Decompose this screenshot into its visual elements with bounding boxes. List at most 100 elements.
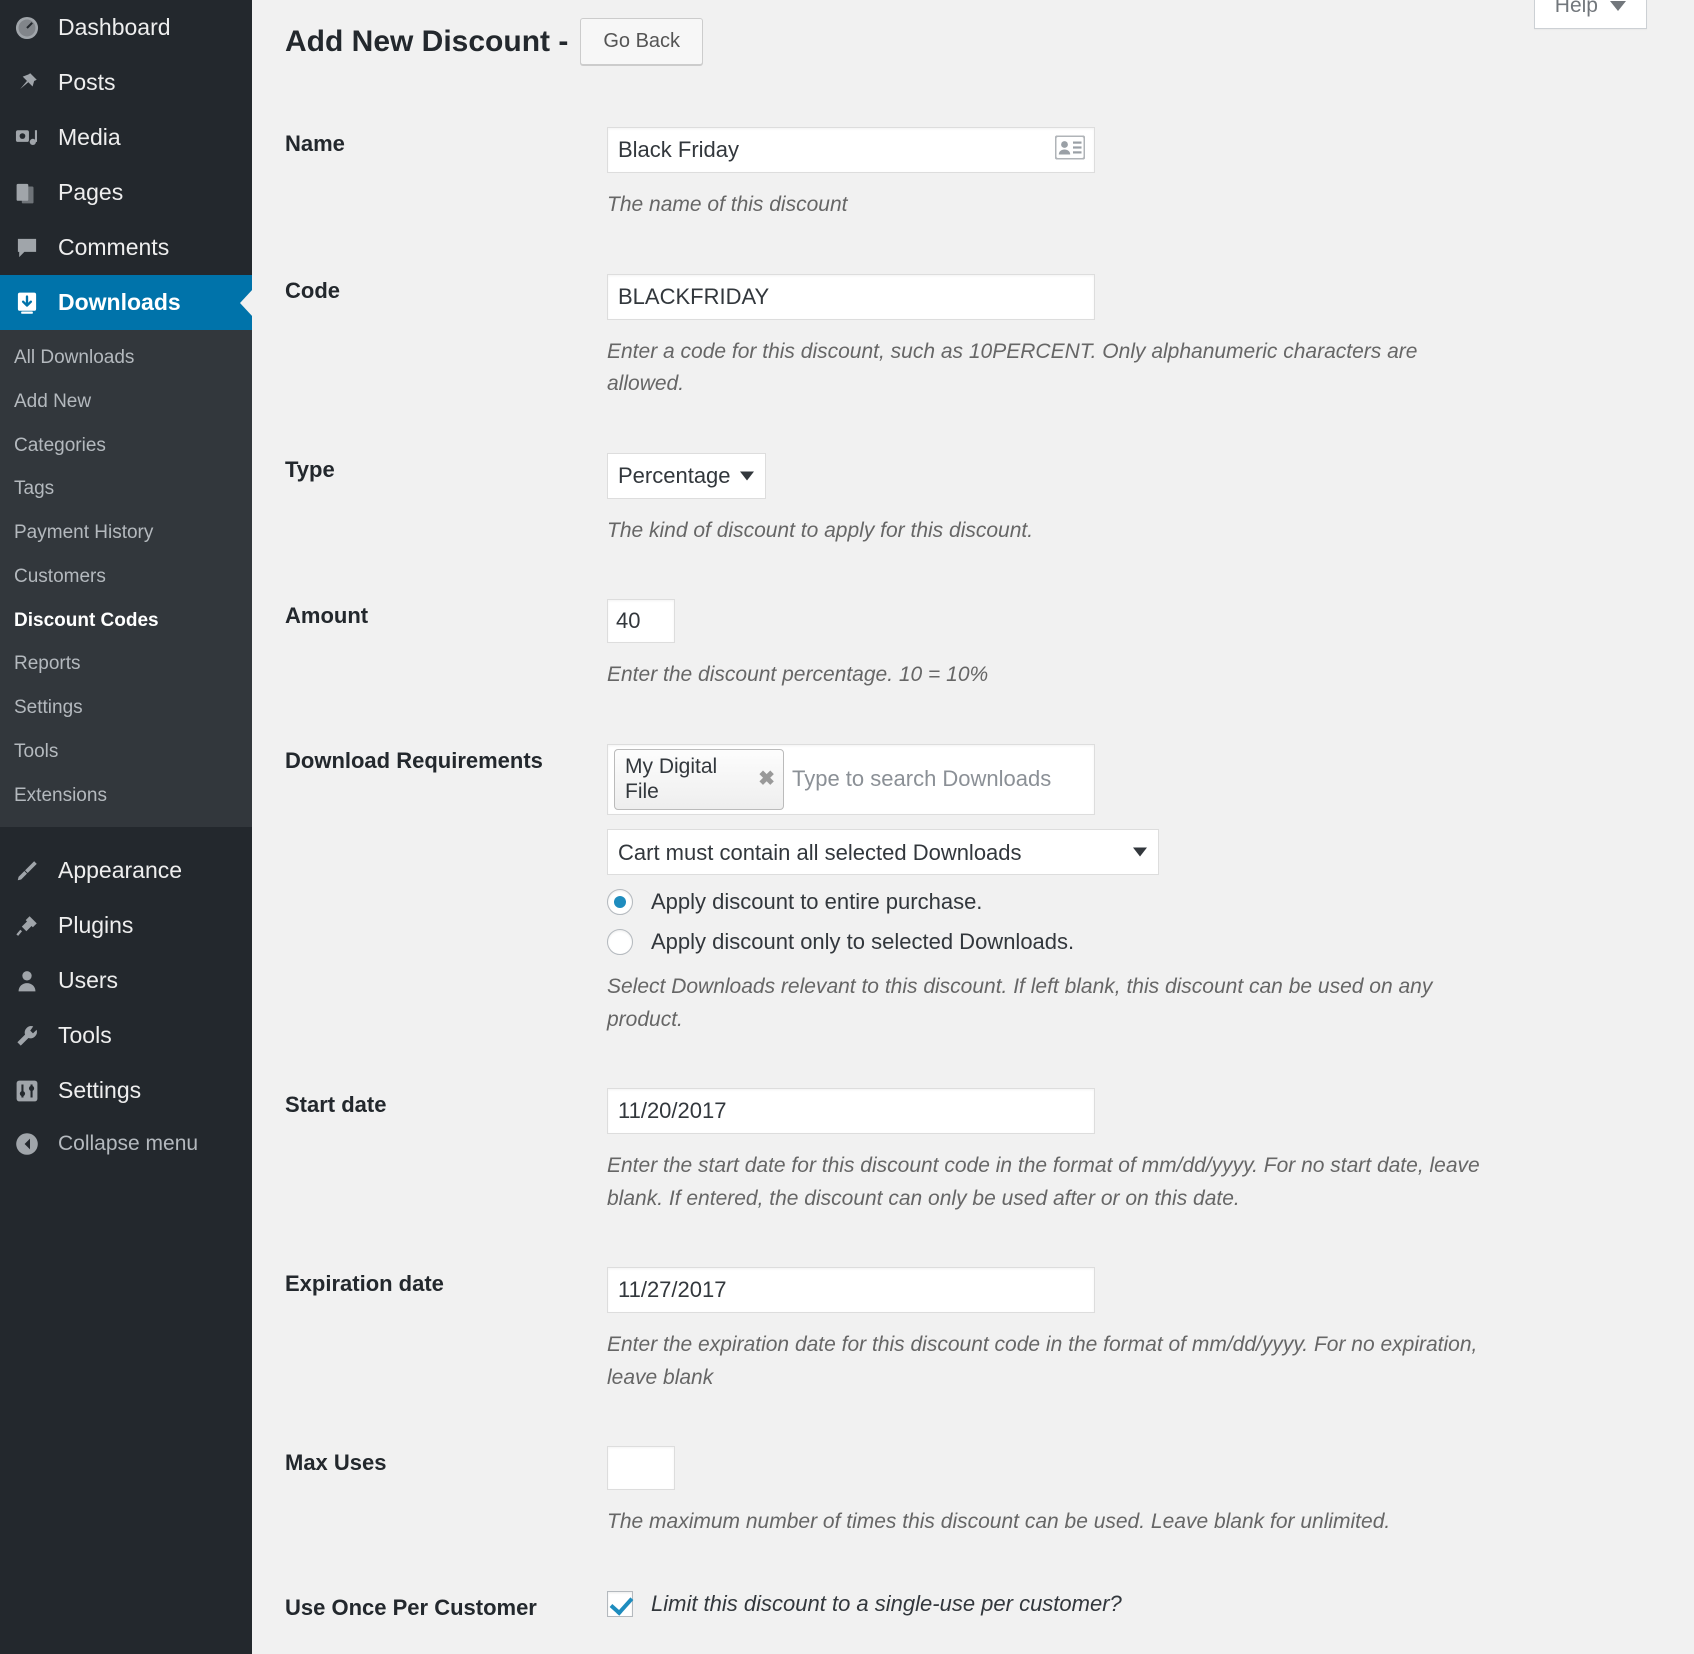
go-back-button[interactable]: Go Back bbox=[580, 18, 703, 65]
amount-input[interactable] bbox=[607, 599, 675, 643]
sidebar-subitem-add-new[interactable]: Add New bbox=[0, 380, 252, 424]
start-date-label: Start date bbox=[252, 1062, 607, 1241]
use-once-checkbox[interactable] bbox=[607, 1591, 633, 1617]
pin-icon bbox=[14, 70, 40, 96]
sidebar-subitem-customers[interactable]: Customers bbox=[0, 555, 252, 599]
sidebar-subitem-discount-codes[interactable]: Discount Codes bbox=[0, 599, 252, 643]
help-tab-label: Help bbox=[1555, 0, 1598, 18]
sidebar-subitem-settings[interactable]: Settings bbox=[0, 686, 252, 730]
use-once-check-row: Limit this discount to a single-use per … bbox=[607, 1591, 1684, 1617]
download-token: My Digital File ✖ bbox=[614, 749, 784, 810]
form-row-start-date: Start date Enter the start date for this… bbox=[252, 1062, 1694, 1241]
sidebar-item-downloads[interactable]: Downloads bbox=[0, 275, 252, 330]
type-select[interactable]: Percentage bbox=[607, 453, 766, 499]
radio-row-entire-purchase: Apply discount to entire purchase. bbox=[607, 889, 1684, 915]
page-title: Add New Discount - bbox=[285, 27, 568, 57]
sidebar-item-appearance[interactable]: Appearance bbox=[0, 843, 252, 898]
condition-select-wrapper: Cart must contain all selected Downloads bbox=[607, 829, 1159, 875]
sidebar-item-label: Comments bbox=[58, 236, 169, 259]
type-description: The kind of discount to apply for this d… bbox=[607, 515, 1487, 548]
sidebar-subitem-tools[interactable]: Tools bbox=[0, 730, 252, 774]
close-icon[interactable]: ✖ bbox=[758, 769, 775, 789]
code-description: Enter a code for this discount, such as … bbox=[607, 336, 1487, 401]
sidebar-item-label: Plugins bbox=[58, 914, 133, 937]
collapse-icon bbox=[14, 1131, 40, 1157]
max-uses-label: Max Uses bbox=[252, 1420, 607, 1565]
type-label: Type bbox=[252, 427, 607, 574]
start-date-input[interactable] bbox=[607, 1088, 1095, 1134]
admin-sidebar: Dashboard Posts Media Pages bbox=[0, 0, 252, 1654]
sidebar-item-users[interactable]: Users bbox=[0, 953, 252, 1008]
amount-description: Enter the discount percentage. 10 = 10% bbox=[607, 659, 1487, 692]
form-row-type: Type Percentage The kind of discount to … bbox=[252, 427, 1694, 574]
content-area: Help Add New Discount - Go Back Name bbox=[252, 0, 1694, 1654]
sidebar-item-media[interactable]: Media bbox=[0, 110, 252, 165]
downloads-icon bbox=[14, 290, 40, 316]
sidebar-item-label: Downloads bbox=[58, 291, 181, 314]
collapse-menu-button[interactable]: Collapse menu bbox=[0, 1118, 252, 1170]
sidebar-item-tools[interactable]: Tools bbox=[0, 1008, 252, 1063]
sidebar-item-label: Pages bbox=[58, 181, 123, 204]
expiration-date-description: Enter the expiration date for this disco… bbox=[607, 1329, 1487, 1394]
menu-separator bbox=[0, 827, 252, 843]
collapse-menu-label: Collapse menu bbox=[58, 1132, 198, 1156]
sidebar-item-dashboard[interactable]: Dashboard bbox=[0, 0, 252, 55]
sidebar-item-label: Posts bbox=[58, 71, 116, 94]
form-row-expiration-date: Expiration date Enter the expiration dat… bbox=[252, 1241, 1694, 1420]
radio-entire-purchase[interactable] bbox=[607, 889, 633, 915]
use-once-label: Use Once Per Customer bbox=[252, 1565, 607, 1651]
form-row-use-once: Use Once Per Customer Limit this discoun… bbox=[252, 1565, 1694, 1651]
name-input[interactable] bbox=[607, 127, 1095, 173]
sidebar-item-label: Appearance bbox=[58, 859, 182, 882]
pages-icon bbox=[14, 180, 40, 206]
paintbrush-icon bbox=[14, 858, 40, 884]
downloads-submenu: All Downloads Add New Categories Tags Pa… bbox=[0, 330, 252, 827]
plug-icon bbox=[14, 913, 40, 939]
radio-selected-downloads[interactable] bbox=[607, 929, 633, 955]
max-uses-input[interactable] bbox=[607, 1446, 675, 1490]
sidebar-item-label: Settings bbox=[58, 1079, 141, 1102]
name-input-wrapper bbox=[607, 127, 1095, 173]
form-row-max-uses: Max Uses The maximum number of times thi… bbox=[252, 1420, 1694, 1565]
max-uses-description: The maximum number of times this discoun… bbox=[607, 1506, 1487, 1539]
form-row-download-requirements: Download Requirements My Digital File ✖ … bbox=[252, 718, 1694, 1062]
sidebar-item-plugins[interactable]: Plugins bbox=[0, 898, 252, 953]
user-icon bbox=[14, 968, 40, 994]
sidebar-item-comments[interactable]: Comments bbox=[0, 220, 252, 275]
code-input[interactable] bbox=[607, 274, 1095, 320]
sidebar-item-posts[interactable]: Posts bbox=[0, 55, 252, 110]
sidebar-item-settings[interactable]: Settings bbox=[0, 1063, 252, 1118]
expiration-date-input[interactable] bbox=[607, 1267, 1095, 1313]
sidebar-subitem-extensions[interactable]: Extensions bbox=[0, 774, 252, 818]
sidebar-subitem-categories[interactable]: Categories bbox=[0, 424, 252, 468]
help-tab-button[interactable]: Help bbox=[1534, 0, 1647, 29]
sidebar-subitem-payment-history[interactable]: Payment History bbox=[0, 511, 252, 555]
dashboard-icon bbox=[14, 15, 40, 41]
sidebar-subitem-all-downloads[interactable]: All Downloads bbox=[0, 336, 252, 380]
condition-select[interactable]: Cart must contain all selected Downloads bbox=[607, 829, 1159, 875]
radio-entire-purchase-label[interactable]: Apply discount to entire purchase. bbox=[651, 889, 982, 915]
radio-row-selected-downloads: Apply discount only to selected Download… bbox=[607, 929, 1684, 955]
media-icon bbox=[14, 125, 40, 151]
downloads-search-input[interactable] bbox=[784, 762, 1088, 796]
sidebar-item-label: Dashboard bbox=[58, 16, 171, 39]
code-label: Code bbox=[252, 248, 607, 427]
form-row-code: Code Enter a code for this discount, suc… bbox=[252, 248, 1694, 427]
expiration-date-label: Expiration date bbox=[252, 1241, 607, 1420]
page-header: Add New Discount - Go Back bbox=[252, 0, 1694, 65]
sliders-icon bbox=[14, 1078, 40, 1104]
name-label: Name bbox=[252, 101, 607, 248]
download-token-label: My Digital File bbox=[625, 754, 750, 804]
amount-label: Amount bbox=[252, 573, 607, 718]
sidebar-item-pages[interactable]: Pages bbox=[0, 165, 252, 220]
sidebar-item-label: Tools bbox=[58, 1024, 112, 1047]
form-row-name: Name bbox=[252, 101, 1694, 248]
download-requirements-label: Download Requirements bbox=[252, 718, 607, 1062]
radio-selected-downloads-label[interactable]: Apply discount only to selected Download… bbox=[651, 929, 1074, 955]
sidebar-subitem-tags[interactable]: Tags bbox=[0, 467, 252, 511]
download-requirements-description: Select Downloads relevant to this discou… bbox=[607, 971, 1487, 1036]
discount-form: Name bbox=[252, 101, 1694, 1651]
downloads-token-field[interactable]: My Digital File ✖ bbox=[607, 744, 1095, 815]
sidebar-subitem-reports[interactable]: Reports bbox=[0, 642, 252, 686]
use-once-checkbox-label[interactable]: Limit this discount to a single-use per … bbox=[651, 1591, 1122, 1617]
